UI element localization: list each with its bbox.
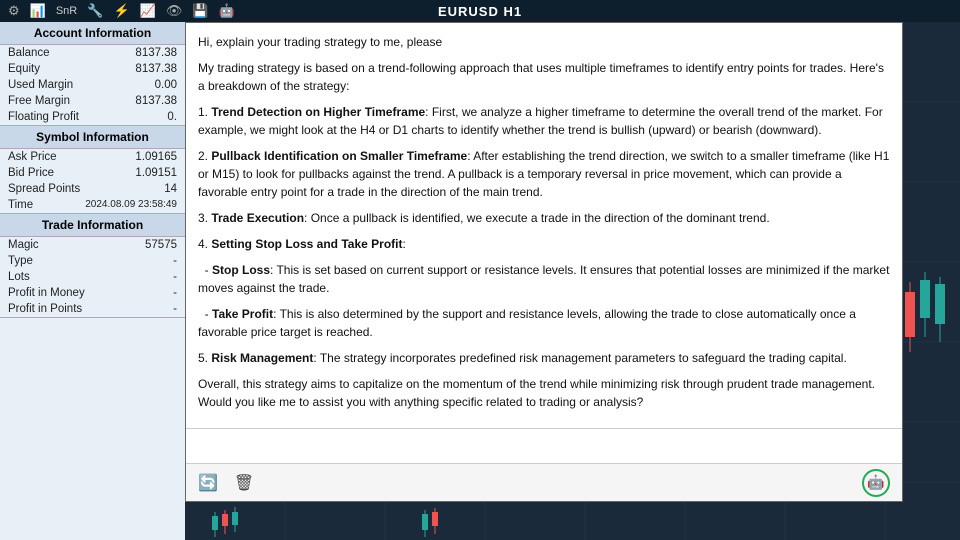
chart-title: EURUSD H1	[438, 4, 522, 19]
chat-panel: Hi, explain your trading strategy to me,…	[185, 22, 903, 502]
free-margin-label: Free Margin	[8, 95, 70, 107]
floating-profit-value: 0.	[167, 111, 177, 123]
trade-header: Trade Information	[0, 214, 185, 237]
left-panel: Account Information Balance 8137.38 Equi…	[0, 22, 185, 540]
assistant-message-5: 4. Setting Stop Loss and Take Profit:	[198, 235, 890, 253]
ai-button[interactable]: 🤖	[862, 469, 890, 497]
eye-icon[interactable]: 👁	[166, 3, 183, 19]
trade-section: Trade Information Magic 57575 Type - Lot…	[0, 214, 185, 318]
used-margin-value: 0.00	[155, 79, 177, 91]
type-row: Type -	[0, 253, 185, 269]
profit-points-row: Profit in Points -	[0, 301, 185, 317]
assistant-message-1: My trading strategy is based on a trend-…	[198, 59, 890, 95]
trend-icon[interactable]: 📈	[140, 3, 156, 19]
free-margin-row: Free Margin 8137.38	[0, 93, 185, 109]
floating-profit-row: Floating Profit 0.	[0, 109, 185, 125]
spread-points-value: 14	[164, 183, 177, 195]
refresh-icon[interactable]: 🔄	[198, 473, 218, 493]
profit-money-value: -	[173, 287, 177, 299]
account-header: Account Information	[0, 22, 185, 45]
chart-icon[interactable]: 📊	[30, 3, 46, 19]
user-message-1: Hi, explain your trading strategy to me,…	[198, 33, 890, 51]
chat-input-area	[186, 428, 902, 463]
lots-row: Lots -	[0, 269, 185, 285]
bid-price-label: Bid Price	[8, 167, 54, 179]
bid-price-row: Bid Price 1.09151	[0, 165, 185, 181]
assistant-message-3: 2. Pullback Identification on Smaller Ti…	[198, 147, 890, 201]
equity-row: Equity 8137.38	[0, 61, 185, 77]
spread-points-label: Spread Points	[8, 183, 80, 195]
ask-price-label: Ask Price	[8, 151, 57, 163]
time-label: Time	[8, 199, 33, 211]
indicator-icon[interactable]: ⚡	[113, 3, 129, 19]
used-margin-row: Used Margin 0.00	[0, 77, 185, 93]
used-margin-label: Used Margin	[8, 79, 73, 91]
time-value: 2024.08.09 23:58:49	[85, 199, 177, 211]
equity-label: Equity	[8, 63, 40, 75]
floating-profit-label: Floating Profit	[8, 111, 79, 123]
assistant-message-4: 3. Trade Execution: Once a pullback is i…	[198, 209, 890, 227]
lots-label: Lots	[8, 271, 30, 283]
free-margin-value: 8137.38	[135, 95, 177, 107]
time-row: Time 2024.08.09 23:58:49	[0, 197, 185, 213]
profit-money-row: Profit in Money -	[0, 285, 185, 301]
assistant-message-8: 5. Risk Management: The strategy incorpo…	[198, 349, 890, 367]
save-icon[interactable]: 💾	[192, 3, 208, 19]
profit-points-label: Profit in Points	[8, 303, 82, 315]
balance-row: Balance 8137.38	[0, 45, 185, 61]
ai-icon-label: 🤖	[867, 474, 884, 491]
assistant-message-9: Overall, this strategy aims to capitaliz…	[198, 375, 890, 411]
magic-row: Magic 57575	[0, 237, 185, 253]
ask-price-row: Ask Price 1.09165	[0, 149, 185, 165]
type-value: -	[173, 255, 177, 267]
chat-input[interactable]	[190, 433, 898, 455]
chat-toolbar: 🔄 🗑 🤖	[186, 463, 902, 501]
toolbar: ⚙ 📊 SnR 🔧 ⚡ 📈 👁 💾 🤖 EURUSD H1	[0, 0, 960, 22]
settings-icon[interactable]: ⚙	[8, 3, 20, 19]
main-layout: Account Information Balance 8137.38 Equi…	[0, 22, 960, 540]
profit-money-label: Profit in Money	[8, 287, 85, 299]
assistant-message-6: - Stop Loss: This is set based on curren…	[198, 261, 890, 297]
ask-price-value: 1.09165	[135, 151, 177, 163]
balance-label: Balance	[8, 47, 50, 59]
account-section: Account Information Balance 8137.38 Equi…	[0, 22, 185, 126]
chat-messages[interactable]: Hi, explain your trading strategy to me,…	[186, 23, 902, 428]
lots-value: -	[173, 271, 177, 283]
right-area: Hi, explain your trading strategy to me,…	[185, 22, 960, 540]
symbol-header: Symbol Information	[0, 126, 185, 149]
type-label: Type	[8, 255, 33, 267]
magic-label: Magic	[8, 239, 39, 251]
bid-price-value: 1.09151	[135, 167, 177, 179]
robot-icon[interactable]: 🤖	[219, 3, 235, 19]
tools-icon[interactable]: 🔧	[87, 3, 103, 19]
assistant-message-2: 1. Trend Detection on Higher Timeframe: …	[198, 103, 890, 139]
equity-value: 8137.38	[135, 63, 177, 75]
balance-value: 8137.38	[135, 47, 177, 59]
magic-value: 57575	[145, 239, 177, 251]
symbol-section: Symbol Information Ask Price 1.09165 Bid…	[0, 126, 185, 214]
delete-icon[interactable]: 🗑	[234, 473, 254, 493]
spread-points-row: Spread Points 14	[0, 181, 185, 197]
snr-label[interactable]: SnR	[56, 5, 77, 17]
profit-points-value: -	[173, 303, 177, 315]
assistant-message-7: - Take Profit: This is also determined b…	[198, 305, 890, 341]
